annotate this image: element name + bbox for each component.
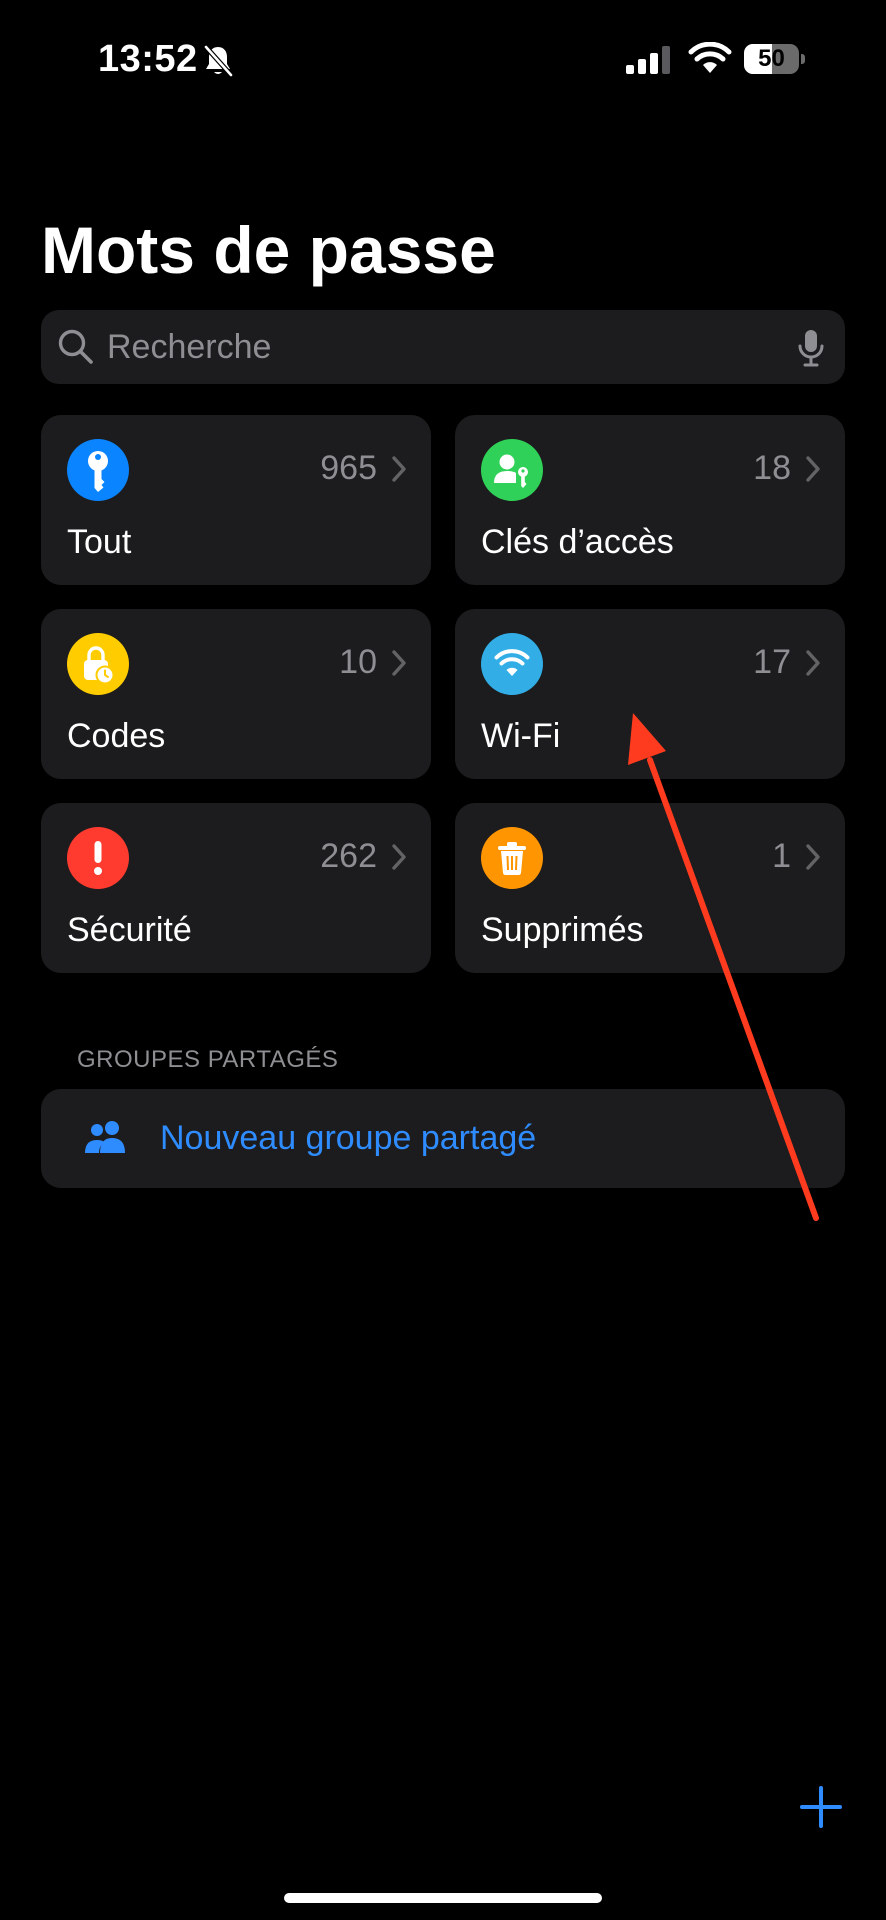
passkey-person-icon: [481, 439, 543, 501]
key-icon: [67, 439, 129, 501]
trash-icon: [481, 827, 543, 889]
tile-wifi[interactable]: 17 Wi-Fi: [455, 609, 845, 779]
tile-label: Codes: [67, 717, 166, 755]
tile-label: Wi-Fi: [481, 717, 561, 755]
tile-label: Sécurité: [67, 911, 192, 949]
microphone-icon[interactable]: [797, 328, 825, 368]
lock-clock-icon: [67, 633, 129, 695]
search-icon: [58, 329, 93, 364]
tile-count: 965: [320, 449, 377, 487]
tile-label: Supprimés: [481, 911, 644, 949]
tile-label: Tout: [67, 523, 132, 561]
tile-count: 262: [320, 837, 377, 875]
tile-codes[interactable]: 10 Codes: [41, 609, 431, 779]
status-bar: 13:52 50: [0, 0, 886, 120]
home-indicator[interactable]: [284, 1893, 602, 1903]
cellular-signal-icon: [626, 46, 670, 74]
passwords-screen: 13:52 50 Mots de passe Recherche 965 Tou…: [0, 0, 886, 1920]
battery-level: 50: [758, 45, 785, 72]
search-bar[interactable]: [41, 310, 845, 384]
tile-deleted[interactable]: 1 Supprimés: [455, 803, 845, 973]
chevron-right-icon: [806, 844, 820, 870]
tile-passkeys[interactable]: 18 Clés d’accès: [455, 415, 845, 585]
tile-all[interactable]: 965 Tout: [41, 415, 431, 585]
tile-count: 10: [339, 643, 377, 681]
chevron-right-icon: [806, 650, 820, 676]
tile-label: Clés d’accès: [481, 523, 674, 561]
battery-indicator: 50: [744, 44, 805, 74]
chevron-right-icon: [392, 650, 406, 676]
tile-count: 1: [772, 837, 791, 875]
wifi-status-icon: [688, 42, 732, 73]
tile-count: 17: [753, 643, 791, 681]
people-icon: [85, 1121, 125, 1153]
section-header-shared-groups: GROUPES PARTAGÉS: [77, 1046, 339, 1073]
search-input[interactable]: [107, 310, 747, 384]
tile-count: 18: [753, 449, 791, 487]
chevron-right-icon: [392, 844, 406, 870]
add-button[interactable]: [798, 1784, 844, 1830]
tile-security[interactable]: 262 Sécurité: [41, 803, 431, 973]
new-shared-group-button[interactable]: Nouveau groupe partagé: [41, 1089, 845, 1188]
bell-off-icon: [204, 45, 233, 77]
exclamation-icon: [67, 827, 129, 889]
status-time: 13:52: [98, 38, 198, 80]
wifi-icon: [481, 633, 543, 695]
chevron-right-icon: [392, 456, 406, 482]
chevron-right-icon: [806, 456, 820, 482]
page-title: Mots de passe: [41, 213, 496, 287]
new-shared-group-label: Nouveau groupe partagé: [160, 1119, 537, 1157]
